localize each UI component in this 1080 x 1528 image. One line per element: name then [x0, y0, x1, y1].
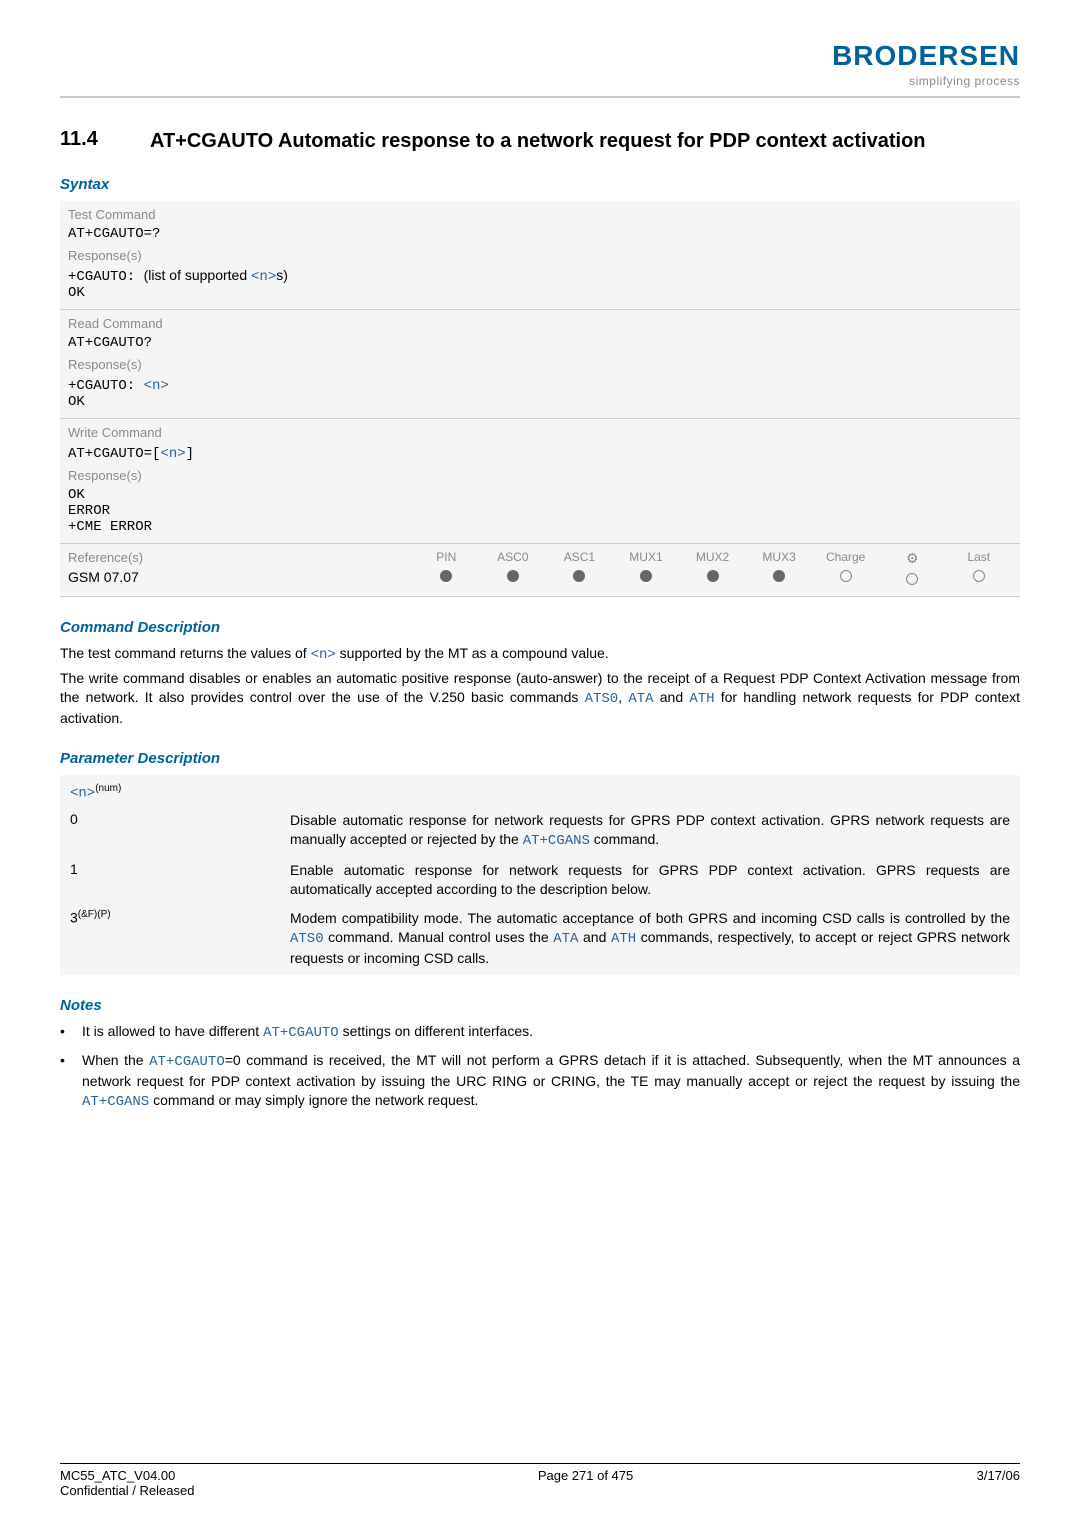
note-item: • When the AT+CGAUTO=0 command is receiv…	[60, 1051, 1020, 1112]
write-command-block: Write Command AT+CGAUTO=[<n>] Response(s…	[60, 419, 1020, 544]
test-response-line: +CGAUTO: (list of supported <n>s)	[68, 267, 1012, 285]
section-title-text: AT+CGAUTO Automatic response to a networ…	[150, 128, 926, 154]
ref-col-charge: Charge	[812, 550, 879, 588]
ref-col-last: Last	[946, 550, 1013, 588]
dot-filled-icon	[573, 570, 585, 582]
param-row-0: 0 Disable automatic response for network…	[70, 811, 1010, 851]
write-command: AT+CGAUTO=[<n>]	[68, 444, 1012, 462]
test-resp-t2: s)	[276, 267, 288, 283]
ref-col-mux3: MUX3	[746, 550, 813, 588]
gear-icon: ⚙	[906, 550, 919, 567]
write-label: Write Command	[68, 425, 1012, 440]
read-response-line: +CGAUTO: <n>	[68, 376, 1012, 394]
test-response-label: Response(s)	[68, 248, 1012, 263]
section-heading: 11.4 AT+CGAUTO Automatic response to a n…	[60, 128, 1020, 154]
brand-name: BRODERSEN	[832, 40, 1020, 72]
write-l2: ERROR	[68, 503, 1012, 519]
ref-label: Reference(s)	[68, 550, 413, 565]
cmd-desc-p1: The test command returns the values of <…	[60, 644, 1020, 665]
ref-col-gear: ⚙	[879, 550, 946, 588]
param-desc: Modem compatibility mode. The automatic …	[290, 909, 1010, 968]
page-footer: MC55_ATC_V04.00 Confidential / Released …	[60, 1463, 1020, 1498]
param-desc: Enable automatic response for network re…	[290, 861, 1010, 899]
syntax-box: Test Command AT+CGAUTO=? Response(s) +CG…	[60, 201, 1020, 597]
write-cmd-param: <n>	[160, 446, 185, 462]
ref-col-asc0: ASC0	[480, 550, 547, 588]
read-command: AT+CGAUTO?	[68, 335, 1012, 351]
note-text: When the AT+CGAUTO=0 command is received…	[82, 1051, 1020, 1112]
param-box: <n>(num) 0 Disable automatic response fo…	[60, 775, 1020, 976]
param-row-1: 1 Enable automatic response for network …	[70, 861, 1010, 899]
header-rule	[60, 96, 1020, 98]
param-key: 3(&F)(P)	[70, 909, 290, 926]
test-label: Test Command	[68, 207, 1012, 222]
write-cmd-prefix: AT+CGAUTO=[	[68, 446, 160, 462]
cmd-desc-p2: The write command disables or enables an…	[60, 669, 1020, 728]
read-command-block: Read Command AT+CGAUTO? Response(s) +CGA…	[60, 310, 1020, 419]
read-resp-param: <n>	[144, 378, 169, 394]
ref-col-pin: PIN	[413, 550, 480, 588]
dot-open-icon	[906, 573, 918, 585]
write-cmd-suffix: ]	[186, 446, 194, 462]
bullet-icon: •	[60, 1022, 82, 1043]
note-item: • It is allowed to have different AT+CGA…	[60, 1022, 1020, 1043]
ref-col-mux1: MUX1	[613, 550, 680, 588]
footer-doc: MC55_ATC_V04.00	[60, 1468, 194, 1483]
read-resp-prefix: +CGAUTO:	[68, 378, 144, 394]
section-number: 11.4	[60, 128, 150, 151]
dot-filled-icon	[707, 570, 719, 582]
reference-row: Reference(s) GSM 07.07 PIN ASC0 ASC1 MUX…	[60, 544, 1020, 597]
test-command-block: Test Command AT+CGAUTO=? Response(s) +CG…	[60, 201, 1020, 310]
param-key: 1	[70, 861, 290, 877]
syntax-heading: Syntax	[60, 176, 1020, 193]
read-label: Read Command	[68, 316, 1012, 331]
brand-tagline: simplifying process	[832, 74, 1020, 88]
brand-logo: BRODERSEN simplifying process	[832, 40, 1020, 88]
read-response-label: Response(s)	[68, 357, 1012, 372]
dot-filled-icon	[440, 570, 452, 582]
param-key: 0	[70, 811, 290, 827]
write-l3: +CME ERROR	[68, 519, 1012, 535]
ref-col-mux2: MUX2	[679, 550, 746, 588]
notes-list: • It is allowed to have different AT+CGA…	[60, 1022, 1020, 1112]
param-row-3: 3(&F)(P) Modem compatibility mode. The a…	[70, 909, 1010, 968]
parameter-description-heading: Parameter Description	[60, 750, 1020, 767]
test-ok: OK	[68, 285, 1012, 301]
write-response-label: Response(s)	[68, 468, 1012, 483]
ref-grid: PIN ASC0 ASC1 MUX1 MUX2 MUX3 Charge ⚙ La…	[413, 550, 1012, 588]
dot-filled-icon	[773, 570, 785, 582]
bullet-icon: •	[60, 1051, 82, 1112]
note-text: It is allowed to have different AT+CGAUT…	[82, 1022, 533, 1043]
ref-left: Reference(s) GSM 07.07	[68, 550, 413, 585]
test-resp-t1: (list of supported	[144, 267, 251, 283]
param-desc: Disable automatic response for network r…	[290, 811, 1010, 851]
dot-filled-icon	[507, 570, 519, 582]
ref-value: GSM 07.07	[68, 569, 413, 585]
dot-open-icon	[840, 570, 852, 582]
footer-left: MC55_ATC_V04.00 Confidential / Released	[60, 1468, 194, 1498]
test-resp-prefix: +CGAUTO:	[68, 269, 144, 285]
write-l1: OK	[68, 487, 1012, 503]
command-description-heading: Command Description	[60, 619, 1020, 636]
footer-conf: Confidential / Released	[60, 1483, 194, 1498]
param-head: <n>(num)	[70, 783, 1010, 802]
footer-date: 3/17/06	[977, 1468, 1020, 1498]
ref-col-asc1: ASC1	[546, 550, 613, 588]
dot-open-icon	[973, 570, 985, 582]
test-command: AT+CGAUTO=?	[68, 226, 1012, 242]
notes-heading: Notes	[60, 997, 1020, 1014]
read-ok: OK	[68, 394, 1012, 410]
footer-page: Page 271 of 475	[538, 1468, 633, 1498]
page-header: BRODERSEN simplifying process	[60, 40, 1020, 88]
dot-filled-icon	[640, 570, 652, 582]
test-resp-param: <n>	[251, 269, 276, 285]
